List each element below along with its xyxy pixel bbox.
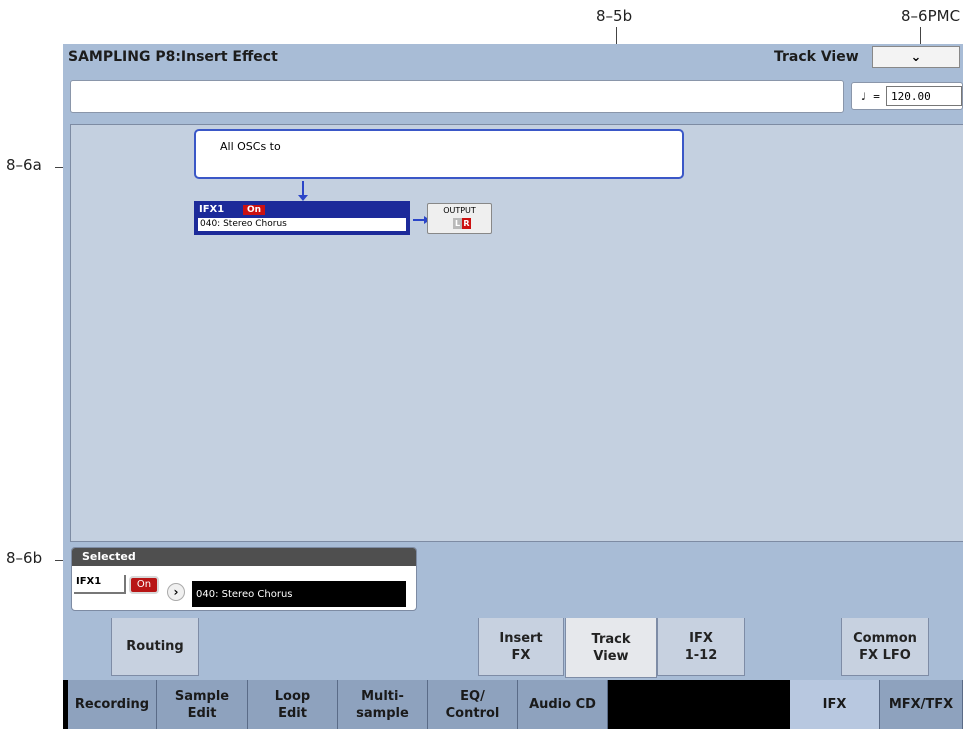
left-channel-indicator: L [453, 218, 462, 229]
selected-panel: Selected IFX1 On › 040: Stereo Chorus [71, 547, 417, 611]
output-box[interactable]: OUTPUT L R [427, 203, 492, 234]
ifx1-block[interactable]: IFX1 On 040: Stereo Chorus [194, 201, 410, 235]
tempo-field[interactable]: ♩ = 120.00 [851, 82, 963, 110]
page-tab-strip: Routing Insert FX Track View IFX 1-12 Co… [63, 618, 963, 678]
ifx1-on-badge[interactable]: On [243, 205, 265, 215]
lr-indicator: L R [453, 218, 471, 229]
mode-tab-bar: Recording Sample Edit Loop Edit Multi- s… [63, 680, 963, 729]
view-mode-label: Track View [774, 49, 859, 65]
callout-8-6a: 8–6a [6, 156, 42, 174]
routing-canvas: All OSCs to IFX1 On 040: Stereo Chorus O… [70, 124, 963, 542]
tab-common-fx-lfo[interactable]: Common FX LFO [841, 618, 929, 676]
tempo-value[interactable]: 120.00 [886, 86, 962, 106]
callout-8-5b: 8–5b [596, 7, 633, 25]
tab-sample-edit[interactable]: Sample Edit [157, 680, 248, 729]
title-bar: SAMPLING P8:Insert Effect Track View ⌄ [63, 44, 963, 70]
callout-8-6pmc: 8–6PMC [901, 7, 961, 25]
selected-panel-title: Selected [82, 550, 136, 563]
right-channel-indicator: R [462, 218, 471, 229]
tab-track-view[interactable]: Track View [565, 618, 657, 678]
tab-ifx[interactable]: IFX [790, 680, 880, 729]
chevron-down-icon: ⌄ [910, 49, 922, 65]
device-screen: SAMPLING P8:Insert Effect Track View ⌄ ♩… [63, 44, 963, 729]
selected-popup-arrow-icon[interactable]: › [167, 583, 185, 601]
callout-8-6b: 8–6b [6, 549, 43, 567]
tab-audio-cd[interactable]: Audio CD [518, 680, 608, 729]
tab-eq-control[interactable]: EQ/ Control [428, 680, 518, 729]
tab-insert-fx[interactable]: Insert FX [478, 618, 564, 676]
selected-panel-header: Selected [72, 548, 416, 566]
selected-ifx-label: IFX1 [74, 575, 126, 594]
tab-mfx-tfx[interactable]: MFX/TFX [880, 680, 963, 729]
output-label: OUTPUT [443, 206, 476, 215]
selected-on-button[interactable]: On [129, 576, 159, 594]
selected-effect-field[interactable]: 040: Stereo Chorus [192, 581, 406, 607]
tab-multisample[interactable]: Multi- sample [338, 680, 428, 729]
tab-routing[interactable]: Routing [111, 618, 199, 676]
page-title: SAMPLING P8:Insert Effect [68, 49, 278, 65]
ifx1-effect-name: 040: Stereo Chorus [198, 218, 406, 231]
tab-ifx-1-12[interactable]: IFX 1-12 [657, 618, 745, 676]
info-display-field [70, 80, 844, 113]
view-mode-dropdown-button[interactable]: ⌄ [872, 46, 960, 68]
ifx1-name: IFX1 [199, 204, 225, 215]
source-box[interactable]: All OSCs to [194, 129, 684, 179]
quarter-note-icon: ♩ = [860, 90, 880, 103]
tab-loop-edit[interactable]: Loop Edit [248, 680, 338, 729]
source-label: All OSCs to [220, 140, 281, 153]
tab-recording[interactable]: Recording [68, 680, 157, 729]
